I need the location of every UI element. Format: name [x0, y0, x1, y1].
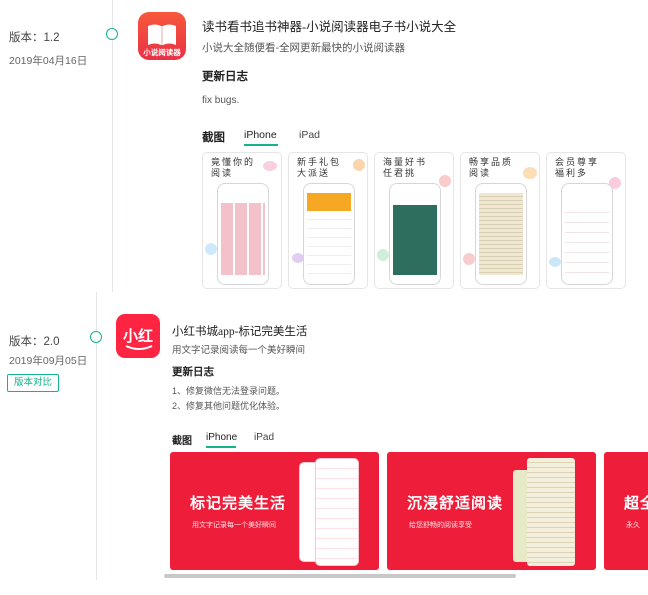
- version-compare-button[interactable]: 版本对比: [7, 374, 60, 392]
- tab-ipad[interactable]: iPad: [299, 129, 320, 141]
- screenshot-card[interactable]: 畅享品质 阅读: [460, 152, 540, 289]
- changelog-heading: 更新日志: [172, 367, 214, 378]
- card-subtitle: 用文字记录每一个美好瞬间: [192, 522, 276, 529]
- screenshot-card[interactable]: 沉浸舒适阅读 给您舒畅的阅读享受: [387, 452, 596, 570]
- screenshots-label: 截图: [172, 436, 192, 447]
- release-date: 2019年09月05日: [9, 355, 88, 367]
- version-label: 版本：2.0: [9, 336, 60, 348]
- screenshots-label: 截图: [202, 132, 225, 144]
- app-icon-text: 小红: [122, 328, 153, 345]
- horizontal-scrollbar[interactable]: [164, 574, 516, 578]
- card-title: 标记完美生活: [190, 495, 287, 512]
- timeline-dot-2: [90, 331, 102, 343]
- tab-iphone[interactable]: iPhone: [206, 432, 237, 443]
- card-subtitle: 永久: [626, 522, 640, 529]
- card-subtitle: 给您舒畅的阅读享受: [409, 522, 472, 529]
- tab-active-indicator: [244, 144, 278, 146]
- app-icon[interactable]: 小红: [116, 314, 160, 358]
- tab-ipad[interactable]: iPad: [254, 432, 274, 443]
- release-date: 2019年04月16日: [9, 55, 88, 67]
- changelog-line: 1、修复微信无法登录问题。: [172, 386, 286, 396]
- card-title: 沉浸舒适阅读: [407, 495, 504, 512]
- app-title: 读书看书追书神器-小说阅读器电子书小说大全: [202, 20, 457, 34]
- screenshot-card[interactable]: 会员尊享 福利多: [546, 152, 626, 289]
- smile-icon: [125, 345, 153, 350]
- timeline-line-1: [112, 0, 113, 292]
- screenshot-card[interactable]: 新手礼包 大派送: [288, 152, 368, 289]
- screenshot-card[interactable]: 海量好书 任君挑: [374, 152, 454, 289]
- timeline-dot-1: [106, 28, 118, 40]
- changelog-line: 2、修复其他问题优化体验。: [172, 401, 286, 411]
- screenshot-card[interactable]: 竟懂你的 阅读: [202, 152, 282, 289]
- screenshot-card[interactable]: 超全 永久: [604, 452, 648, 570]
- app-icon-text: 小说阅读器: [143, 48, 181, 57]
- version-label: 版本：1.2: [9, 32, 60, 44]
- screenshot-card[interactable]: 标记完美生活 用文字记录每一个美好瞬间: [170, 452, 379, 570]
- app-subtitle: 小说大全随便看-全网更新最快的小说阅读器: [202, 42, 405, 54]
- changelog-line: fix bugs.: [202, 95, 240, 106]
- card-title: 超全: [624, 495, 648, 512]
- tab-active-indicator: [206, 446, 236, 448]
- tab-iphone[interactable]: iPhone: [244, 129, 277, 141]
- app-icon[interactable]: 小说阅读器: [138, 12, 186, 60]
- changelog-heading: 更新日志: [202, 71, 248, 83]
- app-subtitle: 用文字记录阅读每一个美好瞬间: [172, 345, 306, 356]
- app-title: 小红书城app-标记完美生活: [172, 326, 308, 338]
- screenshot-caption: 会员尊享 福利多: [555, 157, 600, 178]
